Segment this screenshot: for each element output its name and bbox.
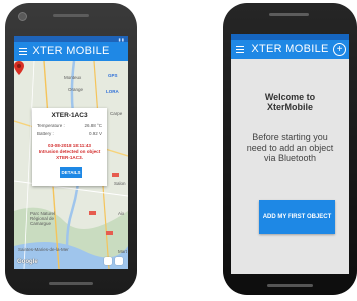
map-type-icon[interactable] <box>115 257 123 265</box>
object-info-popup: XTER-1AC3 Temperature : 26.88 °C Battery… <box>32 108 107 186</box>
earpiece-speaker <box>53 14 89 17</box>
google-logo: Google <box>17 259 38 265</box>
map-pin-icon[interactable] <box>14 61 24 75</box>
front-camera-lens <box>18 12 27 21</box>
map-label-orange: Orange <box>68 87 84 92</box>
map-view[interactable]: Monteux Orange GPS LORA Carpe Salon Aix … <box>14 61 128 269</box>
app-bar: XTER MOBILE + <box>231 40 349 59</box>
welcome-line-2: XterMobile <box>266 102 313 112</box>
bottom-speaker <box>267 284 313 287</box>
instruction-line-1: Before starting you <box>252 132 328 142</box>
locate-icon[interactable] <box>104 257 112 265</box>
map-label-saintes-maries: Saintes-Maries-de-la-Mer <box>18 247 69 252</box>
app-title: XTER MOBILE <box>32 45 110 57</box>
left-phone: ▮ ▮ XTER MOBILE Monteux Orange GPS LORA … <box>5 3 137 295</box>
map-label-martigues: Mart <box>118 249 127 254</box>
alert-object: XTER-1AC3. <box>56 154 83 160</box>
map-label-salon: Salon <box>114 181 126 186</box>
welcome-line-1: Welcome to <box>264 92 316 102</box>
details-button[interactable]: DETAILS <box>60 167 82 178</box>
app-title: XTER MOBILE <box>251 43 329 55</box>
temperature-row: Temperature : 26.88 °C <box>37 123 102 128</box>
right-phone: XTER MOBILE + Welcome to XterMobile Befo… <box>223 3 357 295</box>
instruction-line-2: need to add an object <box>246 142 334 153</box>
map-label-monteux: Monteux <box>64 75 82 80</box>
app-bar: XTER MOBILE <box>14 42 128 61</box>
temperature-value: 26.88 °C <box>84 123 102 128</box>
battery-label: Battery : <box>37 131 54 136</box>
add-first-object-button[interactable]: ADD MY FIRST OBJECT <box>259 200 335 234</box>
right-screen: XTER MOBILE + Welcome to XterMobile Befo… <box>231 34 349 274</box>
left-screen: ▮ ▮ XTER MOBILE Monteux Orange GPS LORA … <box>14 36 128 269</box>
battery-row: Battery : 0.92 V <box>37 131 102 136</box>
temperature-label: Temperature : <box>37 123 65 128</box>
welcome-instructions: Before starting you need to add an objec… <box>237 132 343 164</box>
plus-icon[interactable]: + <box>333 43 346 56</box>
map-label-aix: Aix <box>118 211 125 216</box>
welcome-heading: Welcome to XterMobile <box>231 92 349 112</box>
lora-label: LORA <box>106 89 119 94</box>
bottom-speaker <box>49 282 93 285</box>
intrusion-alert: 03-08-2018 18:11:43 Intrusion detected o… <box>34 143 105 160</box>
earpiece-speaker <box>269 13 309 16</box>
map-label-camargue-3: Camargue <box>30 221 52 226</box>
instruction-line-3: via Bluetooth <box>263 153 317 163</box>
gps-label: GPS <box>108 73 118 78</box>
map-label-carpentras: Carpe <box>110 111 123 116</box>
battery-value: 0.92 V <box>88 131 102 136</box>
popup-object-title: XTER-1AC3 <box>51 112 88 119</box>
alert-message: Intrusion detected on object <box>38 148 101 154</box>
